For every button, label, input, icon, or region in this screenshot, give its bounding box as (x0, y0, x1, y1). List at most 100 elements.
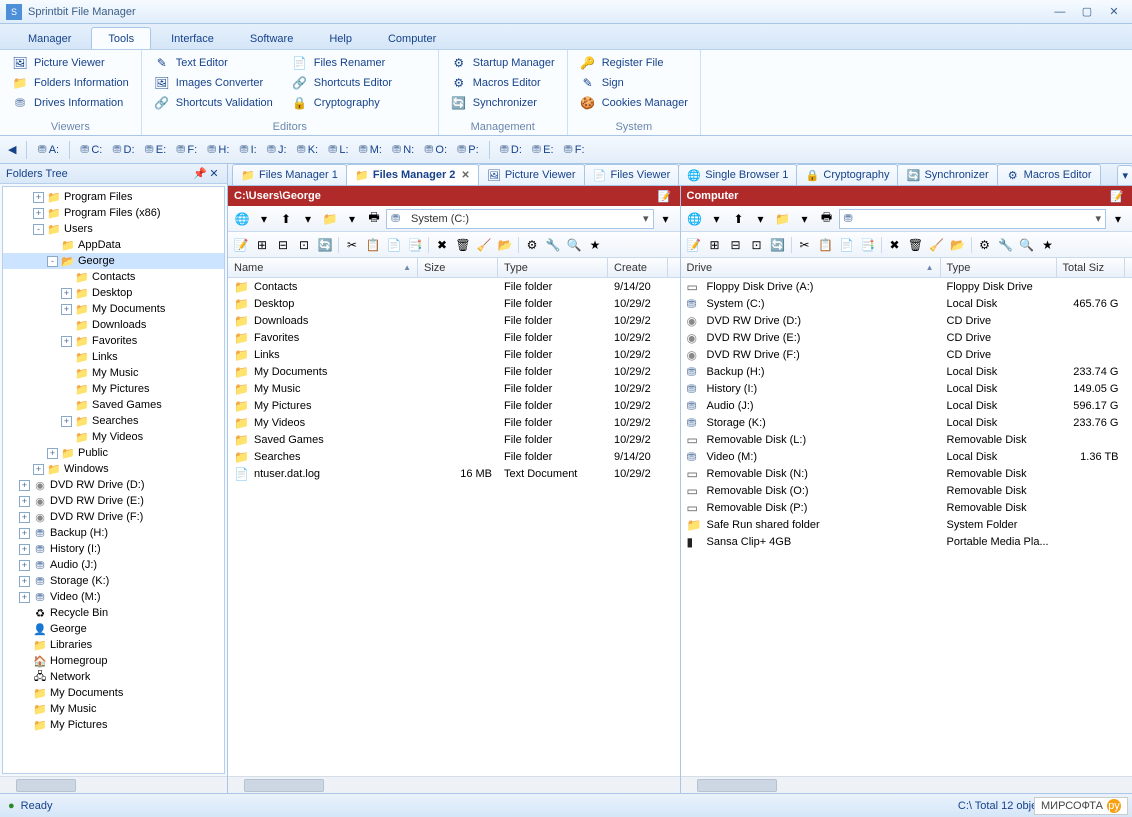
ribbon-item[interactable]: Text Editor (150, 54, 286, 72)
nav-up-icon[interactable]: ⬆ (729, 209, 749, 229)
expand-icon[interactable]: + (19, 528, 30, 539)
expand-icon[interactable]: + (19, 512, 30, 523)
nav-dd4-icon[interactable] (656, 209, 676, 229)
ribbon-item[interactable]: Files Renamer (288, 54, 424, 72)
list-row[interactable]: DownloadsFile folder10/29/2 (228, 312, 680, 329)
nav-dd2-icon[interactable] (298, 209, 318, 229)
toolbar-btn-4[interactable]: 🔄 (316, 236, 334, 254)
tree-node[interactable]: My Documents (3, 685, 224, 701)
expand-icon[interactable]: + (19, 496, 30, 507)
tree-node[interactable]: +Storage (K:) (3, 573, 224, 589)
tree-node[interactable]: +Windows (3, 461, 224, 477)
toolbar-btn-6[interactable]: 📋 (817, 236, 835, 254)
tab-close-icon[interactable]: ✕ (461, 170, 469, 181)
col-drive[interactable]: Drive▲ (681, 258, 941, 277)
list-row[interactable]: My MusicFile folder10/29/2 (228, 380, 680, 397)
nav-print-icon[interactable]: 🖶 (817, 209, 837, 229)
toolbar-btn-1[interactable]: ⊞ (706, 236, 724, 254)
nav-folder-icon[interactable] (320, 209, 340, 229)
ribbon-item[interactable]: Startup Manager (447, 54, 559, 72)
expand-icon[interactable]: + (47, 448, 58, 459)
col-type[interactable]: Type (498, 258, 608, 277)
tree-node[interactable]: +Audio (J:) (3, 557, 224, 573)
drive-I[interactable]: I: (237, 143, 258, 156)
tree-node[interactable]: Saved Games (3, 397, 224, 413)
toolbar-btn-12[interactable]: 📂 (496, 236, 514, 254)
toolbar-btn-0[interactable]: 📝 (685, 236, 703, 254)
list-row[interactable]: Audio (J:)Local Disk596.17 G (681, 397, 1132, 414)
toolbar-btn-3[interactable]: ⊡ (295, 236, 313, 254)
nav-folder-icon[interactable] (773, 209, 793, 229)
pane-hscroll[interactable] (228, 776, 680, 793)
list-row[interactable]: Removable Disk (N:)Removable Disk (681, 465, 1132, 482)
tree-node[interactable]: AppData (3, 237, 224, 253)
drive-O[interactable]: O: (422, 143, 449, 156)
list-row[interactable]: DVD RW Drive (F:)CD Drive (681, 346, 1132, 363)
toolbar-btn-13[interactable]: ⚙ (976, 236, 994, 254)
expand-icon[interactable]: - (47, 256, 58, 267)
tab-macros-editor[interactable]: Macros Editor (997, 164, 1101, 185)
toolbar-btn-1[interactable]: ⊞ (253, 236, 271, 254)
toolbar-btn-14[interactable]: 🔧 (997, 236, 1015, 254)
list-row[interactable]: Floppy Disk Drive (A:)Floppy Disk Drive (681, 278, 1132, 295)
drive-K[interactable]: K: (295, 143, 321, 156)
drive-F[interactable]: F: (174, 143, 199, 156)
toolbar-btn-5[interactable]: ✂ (796, 236, 814, 254)
expand-icon[interactable]: + (33, 192, 44, 203)
expand-icon[interactable]: + (33, 208, 44, 219)
toolbar-btn-2[interactable]: ⊟ (727, 236, 745, 254)
ribbon-item[interactable]: Sign (576, 74, 692, 92)
path-combo[interactable]: ▾ (839, 209, 1107, 229)
tree-node[interactable]: George (3, 621, 224, 637)
toolbar-btn-14[interactable]: 🔧 (544, 236, 562, 254)
expand-icon[interactable]: - (33, 224, 44, 235)
toolbar-btn-12[interactable]: 📂 (949, 236, 967, 254)
menu-tools[interactable]: Tools (91, 27, 151, 49)
ribbon-item[interactable]: Synchronizer (447, 94, 559, 112)
nav-home-icon[interactable] (232, 209, 252, 229)
list-row[interactable]: FavoritesFile folder10/29/2 (228, 329, 680, 346)
close-panel-icon[interactable]: ✕ (207, 167, 221, 180)
toolbar-btn-0[interactable]: 📝 (232, 236, 250, 254)
drive-F[interactable]: F: (562, 143, 587, 156)
drive-L[interactable]: L: (326, 143, 350, 156)
list-row[interactable]: SearchesFile folder9/14/20 (228, 448, 680, 465)
drive-E[interactable]: E: (143, 143, 169, 156)
list-row[interactable]: My DocumentsFile folder10/29/2 (228, 363, 680, 380)
list-row[interactable]: DVD RW Drive (E:)CD Drive (681, 329, 1132, 346)
nav-home-icon[interactable] (685, 209, 705, 229)
expand-icon[interactable]: + (19, 480, 30, 491)
toolbar-btn-6[interactable]: 📋 (364, 236, 382, 254)
list-row[interactable]: Removable Disk (P:)Removable Disk (681, 499, 1132, 516)
menu-help[interactable]: Help (313, 28, 368, 49)
ribbon-item[interactable]: Register File (576, 54, 692, 72)
toolbar-btn-11[interactable]: 🧹 (475, 236, 493, 254)
col-total-siz[interactable]: Total Siz (1057, 258, 1125, 277)
drive-N[interactable]: N: (390, 143, 416, 156)
path-combo[interactable]: System (C:)▾ (386, 209, 654, 229)
toolbar-btn-9[interactable]: ✖ (433, 236, 451, 254)
drive-E[interactable]: E: (530, 143, 556, 156)
tab-picture-viewer[interactable]: Picture Viewer (478, 164, 585, 185)
col-type[interactable]: Type (941, 258, 1057, 277)
list-row[interactable]: ntuser.dat.log16 MBText Document10/29/2 (228, 465, 680, 482)
tab-files-viewer[interactable]: Files Viewer (584, 164, 680, 185)
tab-synchronizer[interactable]: Synchronizer (897, 164, 997, 185)
ribbon-item[interactable]: Picture Viewer (8, 54, 133, 72)
toolbar-btn-2[interactable]: ⊟ (274, 236, 292, 254)
tree-node[interactable]: My Music (3, 365, 224, 381)
tree-node[interactable]: +Backup (H:) (3, 525, 224, 541)
expand-icon[interactable]: + (61, 336, 72, 347)
list-row[interactable]: ContactsFile folder9/14/20 (228, 278, 680, 295)
tree-node[interactable]: My Pictures (3, 381, 224, 397)
nav-dd-icon[interactable] (254, 209, 274, 229)
tree-node[interactable]: +Desktop (3, 285, 224, 301)
tree-node[interactable]: Links (3, 349, 224, 365)
tree-node[interactable]: Downloads (3, 317, 224, 333)
tree-node[interactable]: Libraries (3, 637, 224, 653)
close-button[interactable]: ✕ (1102, 5, 1126, 18)
maximize-button[interactable]: ▢ (1075, 5, 1099, 18)
menu-software[interactable]: Software (234, 28, 309, 49)
tree-node[interactable]: +Favorites (3, 333, 224, 349)
tree-node[interactable]: +DVD RW Drive (F:) (3, 509, 224, 525)
